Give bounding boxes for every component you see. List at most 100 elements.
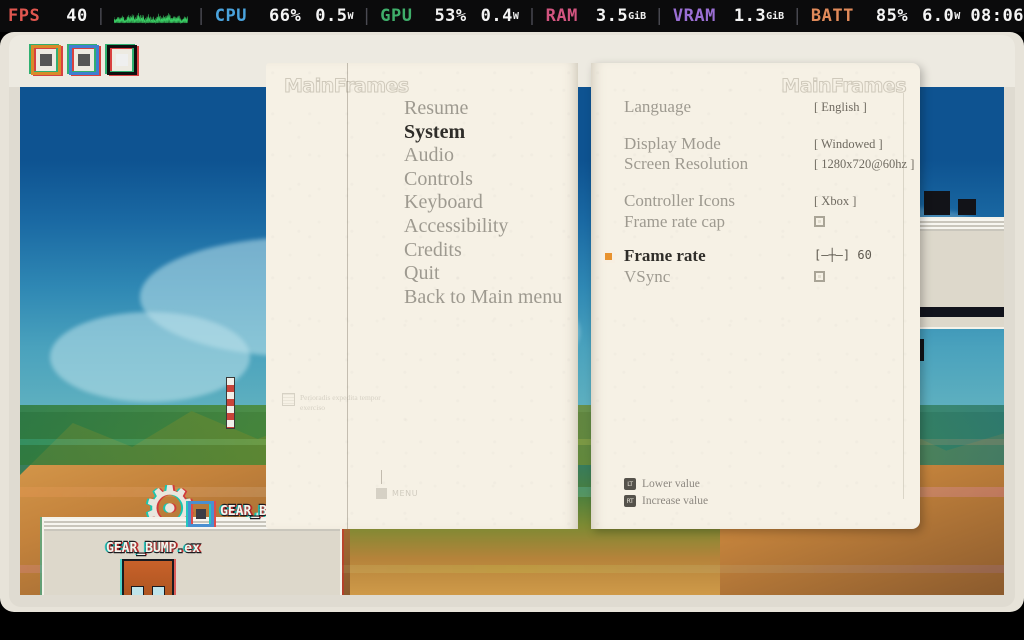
setting-label-controller-icons: Controller Icons xyxy=(624,191,735,211)
fps-sparkline xyxy=(114,12,189,24)
hint-increase-value: RT Increase value xyxy=(624,495,708,507)
setting-row-vsync[interactable]: VSync xyxy=(624,267,904,288)
hud-gpu-value: 53% xyxy=(434,6,467,26)
hud-divider: | xyxy=(196,6,207,26)
hud-cpu-value: 66% xyxy=(269,6,302,26)
menu-item-resume[interactable]: Resume xyxy=(404,97,574,121)
hud-fps-value: 40 xyxy=(66,6,88,26)
hud-battery-watts: 6.0 xyxy=(922,6,955,26)
hint-lower-value: LT Lower value xyxy=(624,478,708,490)
menu-item-audio[interactable]: Audio xyxy=(404,144,574,168)
menu-item-controls[interactable]: Controls xyxy=(404,168,574,192)
menu-item-system[interactable]: System xyxy=(404,121,574,145)
hud-ram: RAM 3.5 GiB xyxy=(546,6,647,26)
square-target-orange-icon[interactable] xyxy=(29,44,63,76)
hud-vram: VRAM 1.3 GiB xyxy=(673,6,784,26)
system-status-bar: FPS 40 | | CPU 66% 0.5 W | GPU 53% 0.4 W |… xyxy=(0,0,1024,32)
setting-label-display-mode: Display Mode xyxy=(624,133,721,153)
square-target-small-icon[interactable] xyxy=(186,501,216,527)
menu-item-back-to-main[interactable]: Back to Main menu xyxy=(404,286,574,310)
note-text: Perioradis expedita tempor exerciso xyxy=(300,393,381,413)
hud-battery: BATT 85% 6.0 W xyxy=(811,6,960,26)
hud-fps: FPS 40 xyxy=(8,6,88,26)
hud-gpu-watt-unit: W xyxy=(512,10,519,22)
setting-row-frame-rate[interactable]: Frame rate [—┼—] 60 xyxy=(602,245,904,267)
hud-gpu: GPU 53% 0.4 W xyxy=(380,6,519,26)
hud-clock: 08:06 xyxy=(970,6,1024,26)
setting-row-frame-rate-cap[interactable]: Frame rate cap xyxy=(624,212,904,233)
hud-battery-watt-unit: W xyxy=(954,10,961,22)
button-hints: LT Lower value RT Increase value xyxy=(624,478,708,507)
setting-value-language[interactable]: [ English ] xyxy=(814,97,867,117)
menu-button-hint: MENU xyxy=(376,488,418,499)
pixel-block xyxy=(924,191,950,215)
checkbox-vsync[interactable] xyxy=(814,270,825,282)
hud-divider: | xyxy=(792,6,803,26)
hud-vram-label: VRAM xyxy=(672,6,716,26)
checkbox-frame-rate-cap[interactable] xyxy=(814,215,825,227)
setting-value-screen-resolution[interactable]: [ 1280x720@60hz ] xyxy=(814,154,914,174)
hud-battery-label: BATT xyxy=(810,6,854,26)
hud-vram-value: 1.3 xyxy=(733,6,767,26)
game-sprite xyxy=(122,559,174,595)
menu-button-icon xyxy=(376,488,387,499)
hud-ram-label: RAM xyxy=(545,6,578,26)
menu-item-accessibility[interactable]: Accessibility xyxy=(404,215,574,239)
setting-row-language[interactable]: Language [ English ] xyxy=(624,97,904,118)
hud-gpu-watts: 0.4 xyxy=(480,6,513,26)
settings-page-right: MainFrames Language [ English ] Display … xyxy=(591,63,920,529)
setting-label-frame-rate: Frame rate xyxy=(624,245,706,265)
menu-item-quit[interactable]: Quit xyxy=(404,262,574,286)
page-rule xyxy=(347,63,348,529)
hud-divider: | xyxy=(95,6,107,26)
hud-cpu-watts: 0.5 xyxy=(315,6,348,26)
settings-book: MainFrames Resume System Audio Controls … xyxy=(266,63,920,529)
hud-divider: | xyxy=(654,6,665,26)
setting-value-controller-icons[interactable]: [ Xbox ] xyxy=(814,191,856,211)
hud-cpu-watt-unit: W xyxy=(347,10,354,22)
selection-indicator xyxy=(602,249,615,263)
setting-value-display-mode[interactable]: [ Windowed ] xyxy=(814,134,883,154)
note-icon xyxy=(282,393,295,406)
cloud xyxy=(50,312,250,402)
setting-row-controller-icons[interactable]: Controller Icons [ Xbox ] xyxy=(624,191,904,212)
square-target-blue-icon[interactable] xyxy=(67,44,101,76)
device-screen: ⚙ ⚙ GEAR_BUMP.ex GE xyxy=(9,35,1015,607)
setting-label-vsync: VSync xyxy=(624,266,671,286)
page-footnote: Perioradis expedita tempor exerciso xyxy=(282,393,402,413)
setting-value-frame-rate[interactable]: [—┼—] 60 xyxy=(814,246,872,265)
hud-fps-label: FPS xyxy=(8,6,41,26)
setting-value-vsync[interactable] xyxy=(814,267,825,288)
square-target-dark-icon[interactable] xyxy=(105,44,139,76)
menu-button-label: MENU xyxy=(392,489,419,498)
watermark-logo: MainFrames xyxy=(781,75,907,98)
setting-row-screen-resolution[interactable]: Screen Resolution [ 1280x720@60hz ] xyxy=(624,154,914,175)
lt-button-icon: LT xyxy=(624,478,636,490)
menu-hint-tick xyxy=(381,470,382,484)
menu-item-keyboard[interactable]: Keyboard xyxy=(404,191,574,215)
main-menu-list: Resume System Audio Controls Keyboard Ac… xyxy=(404,97,574,309)
setting-label-screen-resolution: Screen Resolution xyxy=(624,154,749,174)
hud-divider: | xyxy=(526,6,538,26)
hud-ram-value: 3.5 xyxy=(595,6,629,26)
setting-label-frame-rate-cap: Frame rate cap xyxy=(624,211,725,231)
hud-cpu: CPU 66% 0.5 W xyxy=(215,6,354,26)
hud-gpu-label: GPU xyxy=(380,6,413,26)
lighthouse xyxy=(226,377,235,429)
hint-label-lower-value: Lower value xyxy=(642,478,700,490)
hud-ram-unit: GiB xyxy=(628,10,647,22)
handheld-device-body: ⚙ ⚙ GEAR_BUMP.ex GE xyxy=(0,32,1024,612)
game-file-label: GEAR_BUMP.ex xyxy=(105,540,201,558)
rt-button-icon: RT xyxy=(624,495,636,507)
hud-vram-unit: GiB xyxy=(766,10,785,22)
setting-row-display-mode[interactable]: Display Mode [ Windowed ] xyxy=(624,134,904,155)
hud-cpu-label: CPU xyxy=(214,6,247,26)
hint-label-increase-value: Increase value xyxy=(642,495,709,507)
menu-item-credits[interactable]: Credits xyxy=(404,239,574,263)
system-settings-list: Language [ English ] Display Mode [ Wind… xyxy=(602,97,914,288)
setting-value-frame-rate-cap[interactable] xyxy=(814,212,825,233)
hud-divider: | xyxy=(361,6,373,26)
